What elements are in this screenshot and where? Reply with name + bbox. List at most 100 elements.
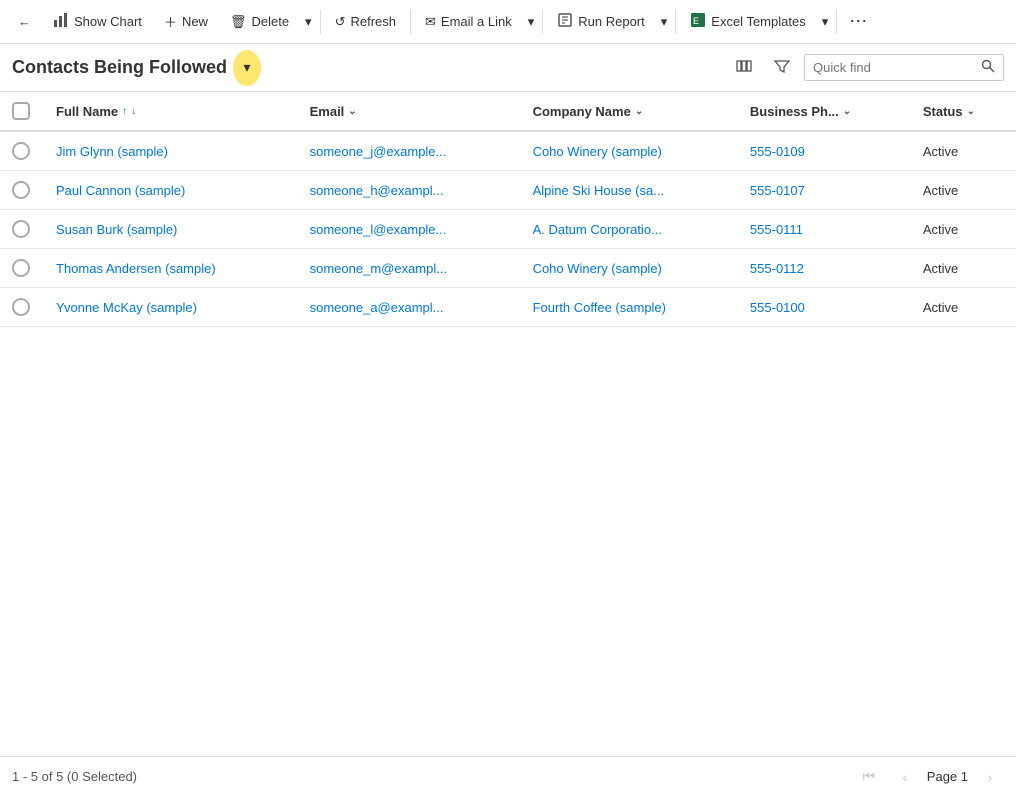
phone-link[interactable]: 555-0100 — [750, 300, 805, 315]
view-dropdown-button[interactable]: ▾ — [233, 54, 261, 82]
full-name-link[interactable]: Yvonne McKay (sample) — [56, 300, 197, 315]
status-cell: Active — [911, 210, 1016, 249]
full-name-link[interactable]: Paul Cannon (sample) — [56, 183, 185, 198]
show-chart-button[interactable]: Show Chart — [43, 6, 152, 37]
excel-dropdown-icon: ▾ — [822, 14, 829, 30]
back-button[interactable]: ← — [8, 8, 41, 35]
cursor-indicator: ▾ — [233, 50, 261, 86]
view-header: Contacts Being Followed ▾ — [0, 44, 1016, 92]
phone-sort-icon: ⌄ — [843, 106, 851, 117]
prev-page-button[interactable]: ‹ — [891, 763, 919, 791]
full-name-link[interactable]: Thomas Andersen (sample) — [56, 261, 216, 276]
select-all-checkbox[interactable] — [12, 102, 30, 120]
business-phone-cell: 555-0109 — [738, 131, 911, 171]
new-label: New — [182, 14, 208, 29]
row-select-cell — [0, 288, 44, 327]
full-name-link[interactable]: Susan Burk (sample) — [56, 222, 177, 237]
phone-link[interactable]: 555-0112 — [750, 261, 804, 276]
excel-dropdown-button[interactable]: ▾ — [818, 8, 833, 36]
toolbar: ← Show Chart ＋ New 🗑 Delete ▾ ↺ Refresh … — [0, 0, 1016, 44]
chevron-down-icon: ▾ — [244, 59, 251, 76]
company-name-cell: Coho Winery (sample) — [521, 131, 738, 171]
email-cell: someone_h@exampl... — [298, 171, 521, 210]
run-report-dropdown-icon: ▾ — [661, 14, 668, 30]
email-link[interactable]: someone_m@exampl... — [310, 261, 447, 276]
table-row: Thomas Andersen (sample) someone_m@examp… — [0, 249, 1016, 288]
filter-button[interactable] — [766, 52, 798, 84]
row-checkbox[interactable] — [12, 181, 30, 199]
email-cell: someone_m@exampl... — [298, 249, 521, 288]
company-name-link[interactable]: A. Datum Corporatio... — [533, 222, 662, 237]
phone-link[interactable]: 555-0107 — [750, 183, 805, 198]
excel-icon: E — [690, 12, 706, 31]
status-column-header[interactable]: Status ⌄ — [911, 92, 1016, 131]
columns-button[interactable] — [728, 52, 760, 84]
divider-3 — [542, 10, 543, 34]
refresh-button[interactable]: ↺ Refresh — [325, 8, 406, 36]
more-button[interactable]: ⋯ — [841, 7, 875, 36]
table-row: Jim Glynn (sample) someone_j@example... … — [0, 131, 1016, 171]
row-select-cell — [0, 171, 44, 210]
run-report-dropdown-button[interactable]: ▾ — [657, 8, 672, 36]
delete-button[interactable]: 🗑 Delete — [220, 8, 299, 36]
first-page-button[interactable]: ⏮ — [855, 763, 883, 791]
delete-dropdown-icon: ▾ — [305, 14, 312, 30]
email-link[interactable]: someone_l@example... — [310, 222, 447, 237]
email-link[interactable]: someone_j@example... — [310, 144, 447, 159]
company-name-link[interactable]: Coho Winery (sample) — [533, 261, 662, 276]
new-icon: ＋ — [164, 12, 177, 31]
email-link-button[interactable]: ✉ Email a Link — [415, 8, 522, 36]
view-title-wrapper: Contacts Being Followed ▾ — [12, 54, 728, 82]
refresh-label: Refresh — [350, 14, 396, 29]
full-name-link[interactable]: Jim Glynn (sample) — [56, 144, 168, 159]
row-checkbox[interactable] — [12, 259, 30, 277]
search-box — [804, 54, 1004, 81]
search-icon — [981, 59, 995, 76]
table-header-row: Full Name ↑ ↓ Email ⌄ Company Name ⌄ — [0, 92, 1016, 131]
next-page-button[interactable]: › — [976, 763, 1004, 791]
phone-link[interactable]: 555-0111 — [750, 222, 803, 237]
email-sort-icon: ⌄ — [348, 106, 356, 117]
email-cell: someone_l@example... — [298, 210, 521, 249]
company-sort-icon: ⌄ — [635, 106, 643, 117]
divider-4 — [675, 10, 676, 34]
company-name-cell: A. Datum Corporatio... — [521, 210, 738, 249]
table-container: Full Name ↑ ↓ Email ⌄ Company Name ⌄ — [0, 92, 1016, 327]
company-name-cell: Alpine Ski House (sa... — [521, 171, 738, 210]
search-input[interactable] — [813, 60, 975, 75]
full-name-cell: Susan Burk (sample) — [44, 210, 298, 249]
svg-text:E: E — [693, 16, 699, 26]
row-checkbox[interactable] — [12, 142, 30, 160]
divider-5 — [836, 10, 837, 34]
company-name-cell: Coho Winery (sample) — [521, 249, 738, 288]
business-phone-column-header[interactable]: Business Ph... ⌄ — [738, 92, 911, 131]
row-checkbox[interactable] — [12, 220, 30, 238]
run-report-icon — [557, 12, 573, 31]
pagination: ⏮ ‹ Page 1 › — [855, 763, 1004, 791]
email-link-label: Email a Link — [441, 14, 512, 29]
delete-label: Delete — [251, 14, 289, 29]
company-name-link[interactable]: Fourth Coffee (sample) — [533, 300, 666, 315]
company-name-link[interactable]: Coho Winery (sample) — [533, 144, 662, 159]
row-checkbox[interactable] — [12, 298, 30, 316]
company-name-column-header[interactable]: Company Name ⌄ — [521, 92, 738, 131]
sort-toggle-icon[interactable]: ↓ — [131, 106, 136, 117]
email-dropdown-icon: ▾ — [528, 14, 535, 30]
excel-templates-button[interactable]: E Excel Templates — [680, 6, 815, 37]
page-label: Page 1 — [927, 769, 968, 784]
contacts-table: Full Name ↑ ↓ Email ⌄ Company Name ⌄ — [0, 92, 1016, 327]
run-report-button[interactable]: Run Report — [547, 6, 654, 37]
refresh-icon: ↺ — [335, 14, 346, 30]
business-phone-cell: 555-0100 — [738, 288, 911, 327]
email-link[interactable]: someone_a@exampl... — [310, 300, 444, 315]
delete-dropdown-button[interactable]: ▾ — [301, 8, 316, 36]
new-button[interactable]: ＋ New — [154, 6, 218, 37]
company-name-link[interactable]: Alpine Ski House (sa... — [533, 183, 665, 198]
email-link[interactable]: someone_h@exampl... — [310, 183, 444, 198]
email-column-header[interactable]: Email ⌄ — [298, 92, 521, 131]
status-sort-icon: ⌄ — [967, 106, 975, 117]
phone-link[interactable]: 555-0109 — [750, 144, 805, 159]
email-link-dropdown-button[interactable]: ▾ — [524, 8, 539, 36]
full-name-cell: Jim Glynn (sample) — [44, 131, 298, 171]
full-name-column-header[interactable]: Full Name ↑ ↓ — [44, 92, 298, 131]
